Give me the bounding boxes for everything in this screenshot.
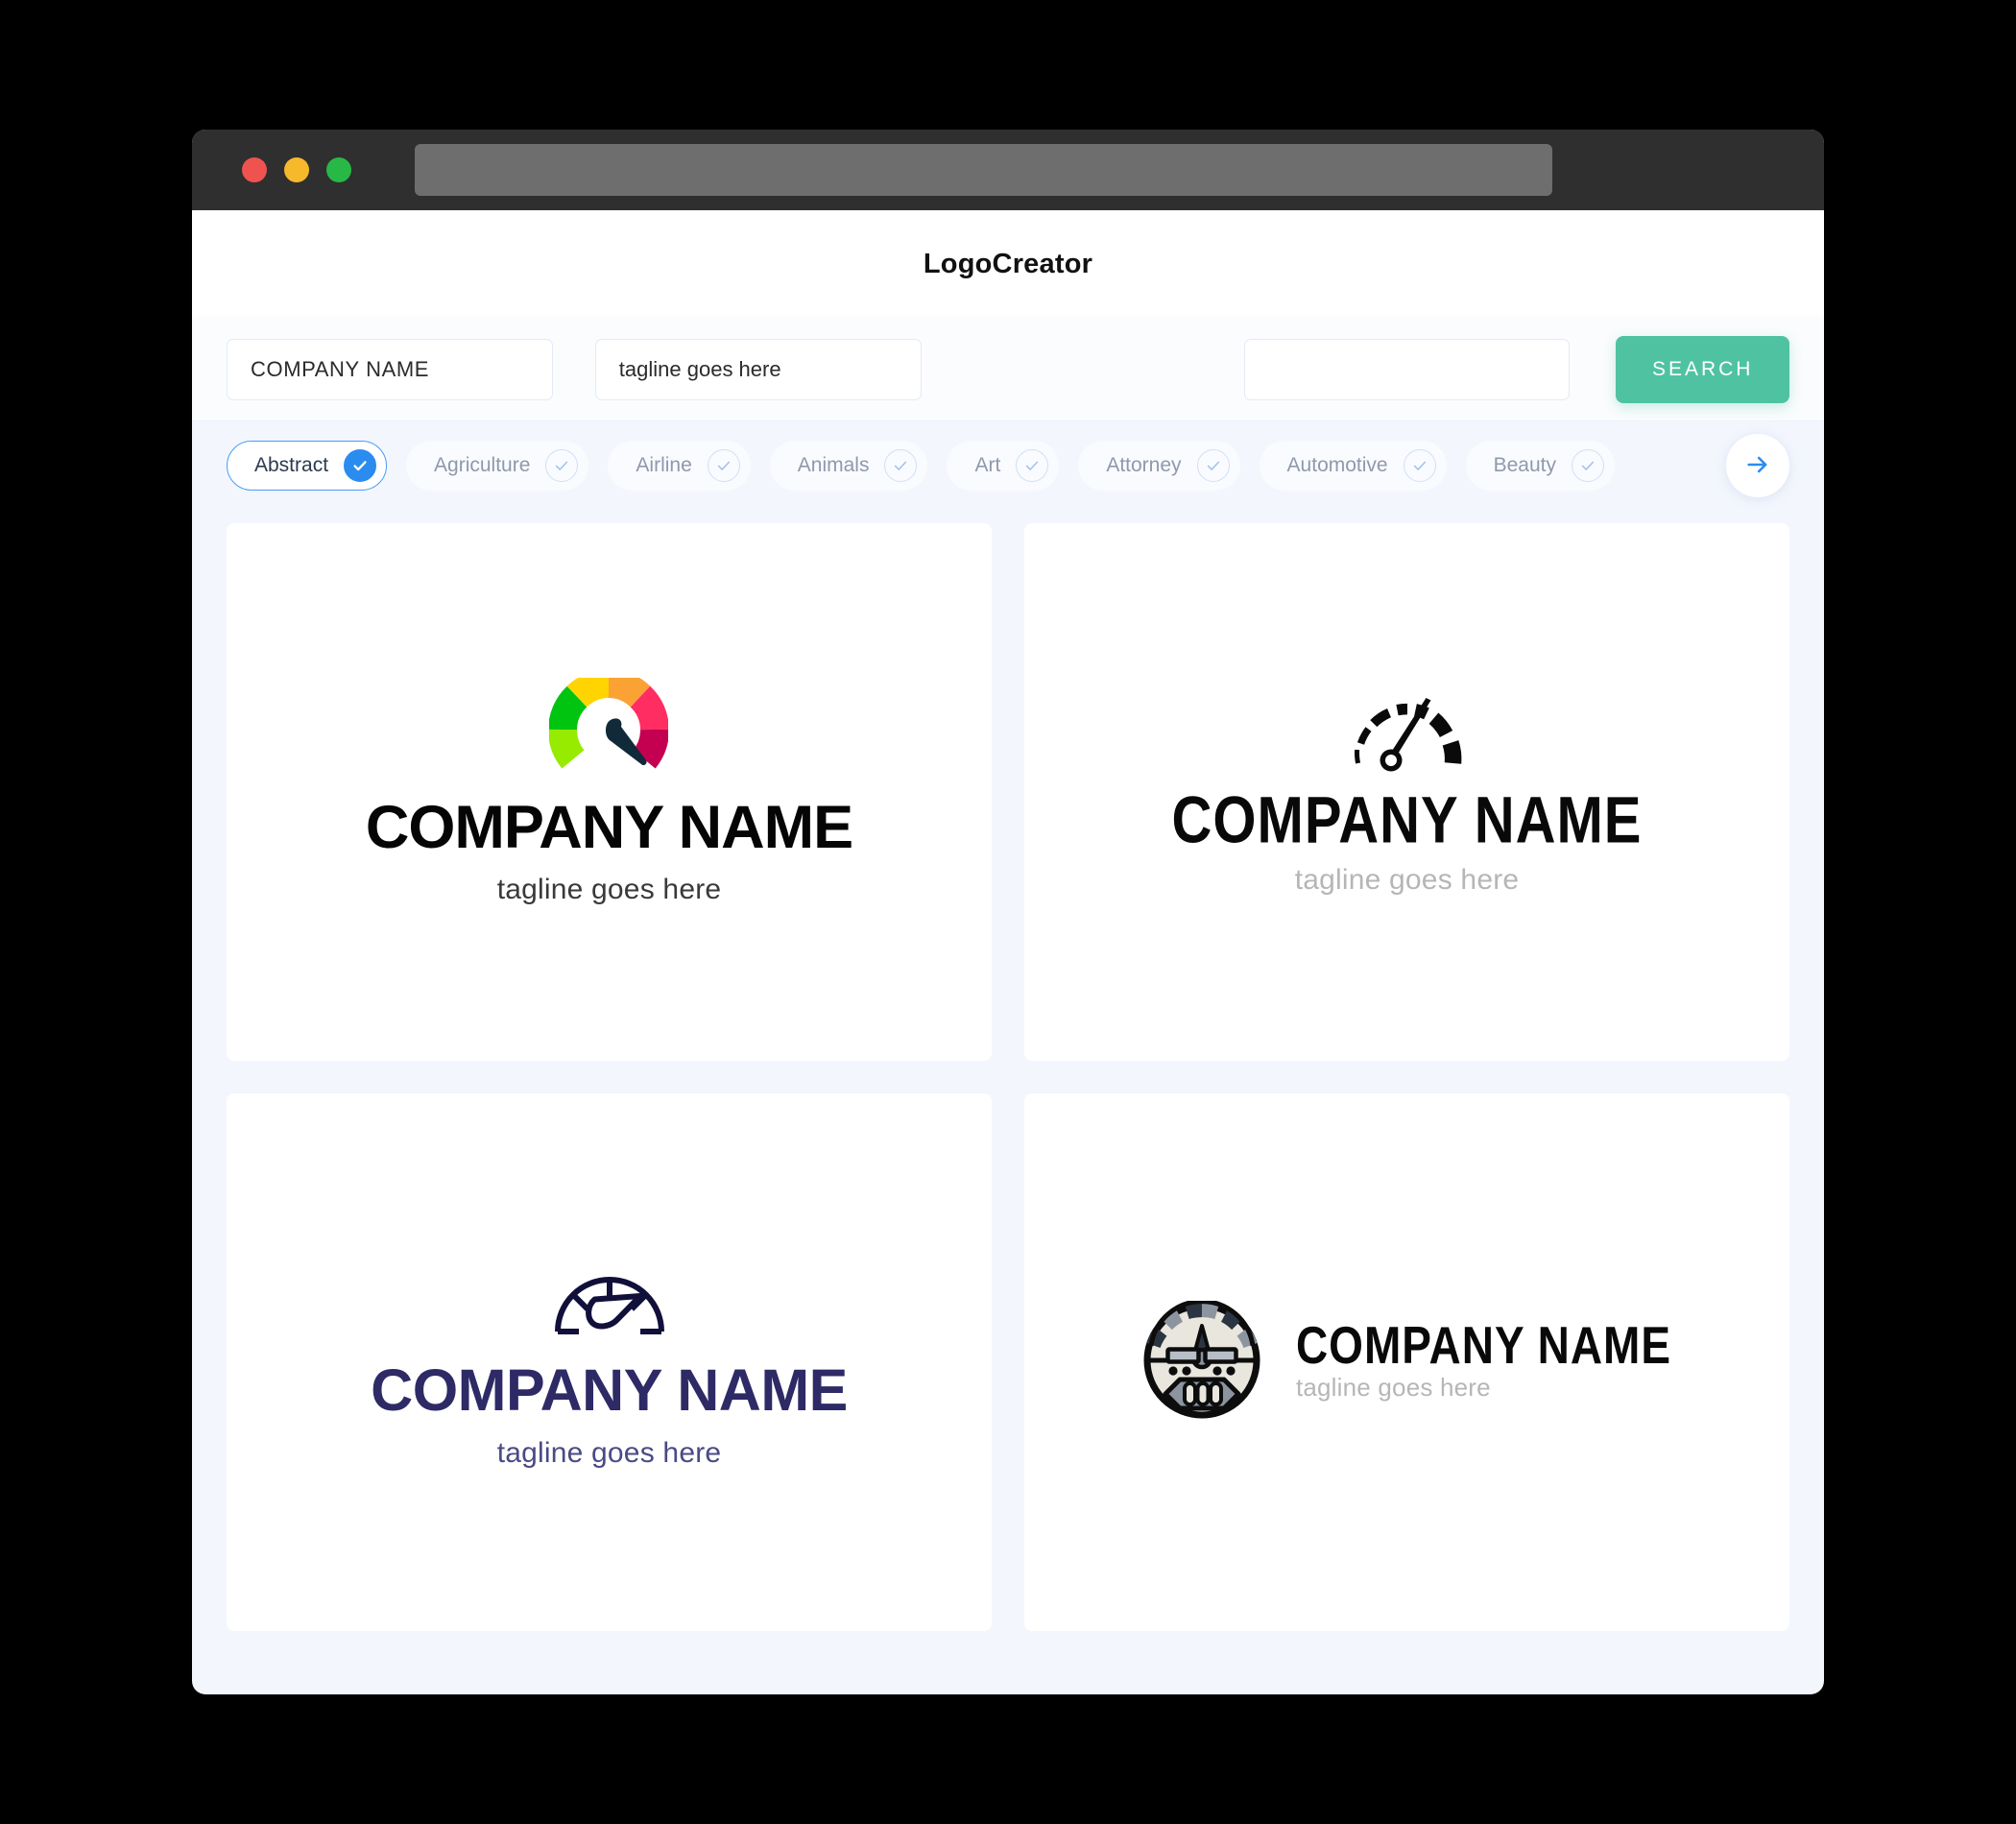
- search-button[interactable]: SEARCH: [1616, 335, 1790, 403]
- logo-lockup: COMPANY NAME tagline goes here: [365, 669, 853, 905]
- check-icon: [707, 449, 740, 482]
- check-icon: [1196, 449, 1230, 482]
- logo-tagline: tagline goes here: [496, 1436, 722, 1469]
- category-label: Beauty: [1493, 454, 1556, 476]
- page-title: LogoCreator: [923, 248, 1093, 279]
- category-pill-beauty[interactable]: Beauty: [1465, 441, 1615, 491]
- logo-company-name: COMPANY NAME: [1295, 1314, 1672, 1375]
- category-label: Attorney: [1106, 454, 1182, 476]
- logo-card-2[interactable]: COMPANY NAME tagline goes here: [1024, 523, 1789, 1061]
- category-label: Agriculture: [434, 454, 531, 476]
- scroll-categories-right-button[interactable]: [1726, 434, 1789, 497]
- search-toolbar: COMPANY NAME tagline goes here SEARCH: [192, 318, 1824, 421]
- category-pill-abstract[interactable]: Abstract: [227, 441, 388, 491]
- category-label: Abstract: [254, 454, 329, 476]
- dashboard-badge-icon: [1142, 1298, 1261, 1425]
- colorful-gauge-icon: [548, 669, 670, 790]
- browser-titlebar: [192, 130, 1824, 210]
- logo-lockup: COMPANY NAME tagline goes here: [1172, 688, 1643, 897]
- logo-company-name: COMPANY NAME: [371, 1357, 848, 1424]
- category-pill-airline[interactable]: Airline: [608, 441, 751, 491]
- browser-window: LogoCreator COMPANY NAME tagline goes he…: [192, 130, 1824, 1694]
- check-icon: [1016, 449, 1049, 482]
- logo-tagline: tagline goes here: [1295, 1372, 1491, 1402]
- maximize-button[interactable]: [326, 157, 351, 182]
- check-icon: [1572, 449, 1604, 482]
- category-pill-automotive[interactable]: Automotive: [1259, 441, 1447, 491]
- logo-lockup: COMPANY NAME tagline goes here: [1142, 1298, 1671, 1425]
- tagline-input[interactable]: tagline goes here: [594, 338, 922, 400]
- check-icon: [545, 449, 579, 482]
- category-pill-attorney[interactable]: Attorney: [1078, 441, 1240, 491]
- category-pill-art[interactable]: Art: [947, 441, 1060, 491]
- category-label: Automotive: [1286, 454, 1388, 476]
- logo-lockup: COMPANY NAME tagline goes here: [371, 1255, 848, 1469]
- keyword-input[interactable]: [1243, 338, 1571, 400]
- category-pill-agriculture[interactable]: Agriculture: [406, 441, 589, 491]
- category-label: Art: [974, 454, 1001, 476]
- logo-card-1[interactable]: COMPANY NAME tagline goes here: [227, 523, 992, 1061]
- close-button[interactable]: [242, 157, 267, 182]
- check-icon: [884, 449, 918, 482]
- logo-company-name: COMPANY NAME: [365, 794, 853, 862]
- logo-card-3[interactable]: COMPANY NAME tagline goes here: [227, 1093, 992, 1631]
- category-label: Airline: [636, 454, 692, 476]
- logo-text-block: COMPANY NAME tagline goes here: [1295, 1318, 1671, 1403]
- url-bar[interactable]: [415, 144, 1552, 196]
- logo-card-4[interactable]: COMPANY NAME tagline goes here: [1024, 1093, 1789, 1631]
- company-name-input[interactable]: COMPANY NAME: [227, 338, 553, 400]
- arrow-right-icon: [1744, 451, 1771, 481]
- category-pill-animals[interactable]: Animals: [769, 441, 928, 491]
- screenshot-root: LogoCreator COMPANY NAME tagline goes he…: [0, 0, 2016, 1824]
- check-icon: [344, 449, 377, 482]
- category-label: Animals: [797, 454, 870, 476]
- app-header: LogoCreator: [192, 210, 1824, 318]
- category-filter-row: Abstract Agriculture Airline Animals Art…: [192, 421, 1824, 510]
- logo-results-grid: COMPANY NAME tagline goes here COMPANY N…: [192, 510, 1824, 1666]
- window-controls: [242, 157, 351, 182]
- check-icon: [1403, 449, 1436, 482]
- logo-tagline: tagline goes here: [496, 873, 722, 905]
- solid-speedometer-icon: [1351, 688, 1464, 781]
- logo-tagline: tagline goes here: [1294, 863, 1520, 896]
- minimize-button[interactable]: [284, 157, 309, 182]
- outline-speedometer-icon: [549, 1255, 670, 1348]
- logo-company-name: COMPANY NAME: [1171, 782, 1643, 857]
